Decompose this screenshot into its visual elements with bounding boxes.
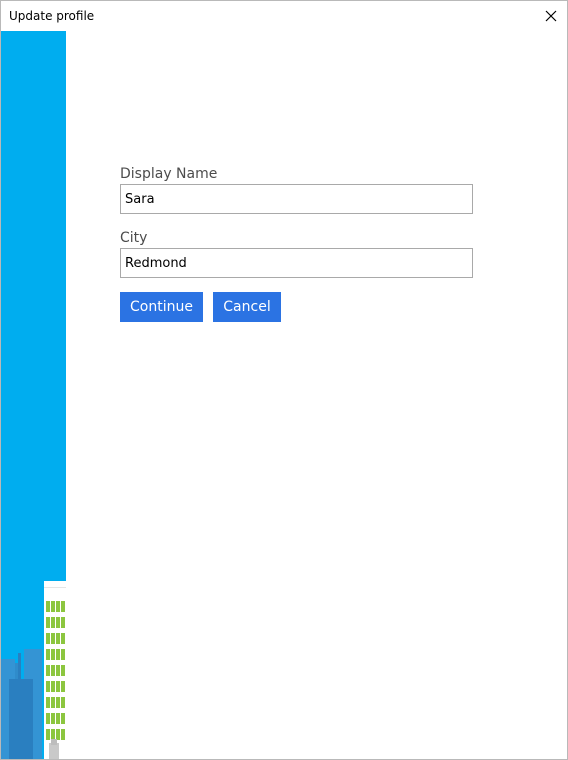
building-window: [46, 697, 50, 708]
building-window: [51, 601, 55, 612]
building-window: [61, 713, 65, 724]
form-actions: Continue Cancel: [120, 292, 473, 322]
building-window: [46, 713, 50, 724]
building-window: [61, 729, 65, 740]
city-skyline-illustration: [1, 581, 66, 759]
window-title: Update profile: [9, 9, 95, 23]
building-window: [56, 681, 60, 692]
building-window: [56, 665, 60, 676]
building-window: [46, 681, 50, 692]
building-window: [51, 649, 55, 660]
building-window: [61, 601, 65, 612]
branding-side-panel: [1, 31, 66, 759]
building-window: [46, 649, 50, 660]
building-window: [46, 617, 50, 628]
building-window: [51, 665, 55, 676]
building-window: [46, 729, 50, 740]
display-name-label: Display Name: [120, 166, 218, 182]
building-window: [61, 665, 65, 676]
display-name-input[interactable]: [120, 184, 473, 214]
city-label: City: [120, 230, 148, 246]
continue-button[interactable]: Continue: [120, 292, 203, 322]
building-window: [56, 649, 60, 660]
building-window: [56, 601, 60, 612]
building-window: [61, 681, 65, 692]
close-icon: [545, 10, 557, 22]
building-window: [51, 681, 55, 692]
building-window: [56, 697, 60, 708]
building-window: [51, 729, 55, 740]
profile-form: Display Name City Continue Cancel: [120, 165, 473, 322]
close-button[interactable]: [535, 1, 567, 31]
building-window: [46, 633, 50, 644]
building-window: [61, 617, 65, 628]
city-input[interactable]: [120, 248, 473, 278]
update-profile-window: Update profile Display Name City: [0, 0, 568, 760]
building-window: [56, 713, 60, 724]
building-window: [51, 697, 55, 708]
title-bar: Update profile: [1, 1, 567, 31]
building-window: [51, 617, 55, 628]
building-window: [46, 601, 50, 612]
building-window: [51, 713, 55, 724]
building-window: [51, 633, 55, 644]
building-window: [61, 649, 65, 660]
building-window: [56, 633, 60, 644]
building-window: [61, 697, 65, 708]
building-window: [56, 617, 60, 628]
building-window: [46, 665, 50, 676]
building-window: [61, 633, 65, 644]
building-window: [56, 729, 60, 740]
cancel-button[interactable]: Cancel: [213, 292, 281, 322]
